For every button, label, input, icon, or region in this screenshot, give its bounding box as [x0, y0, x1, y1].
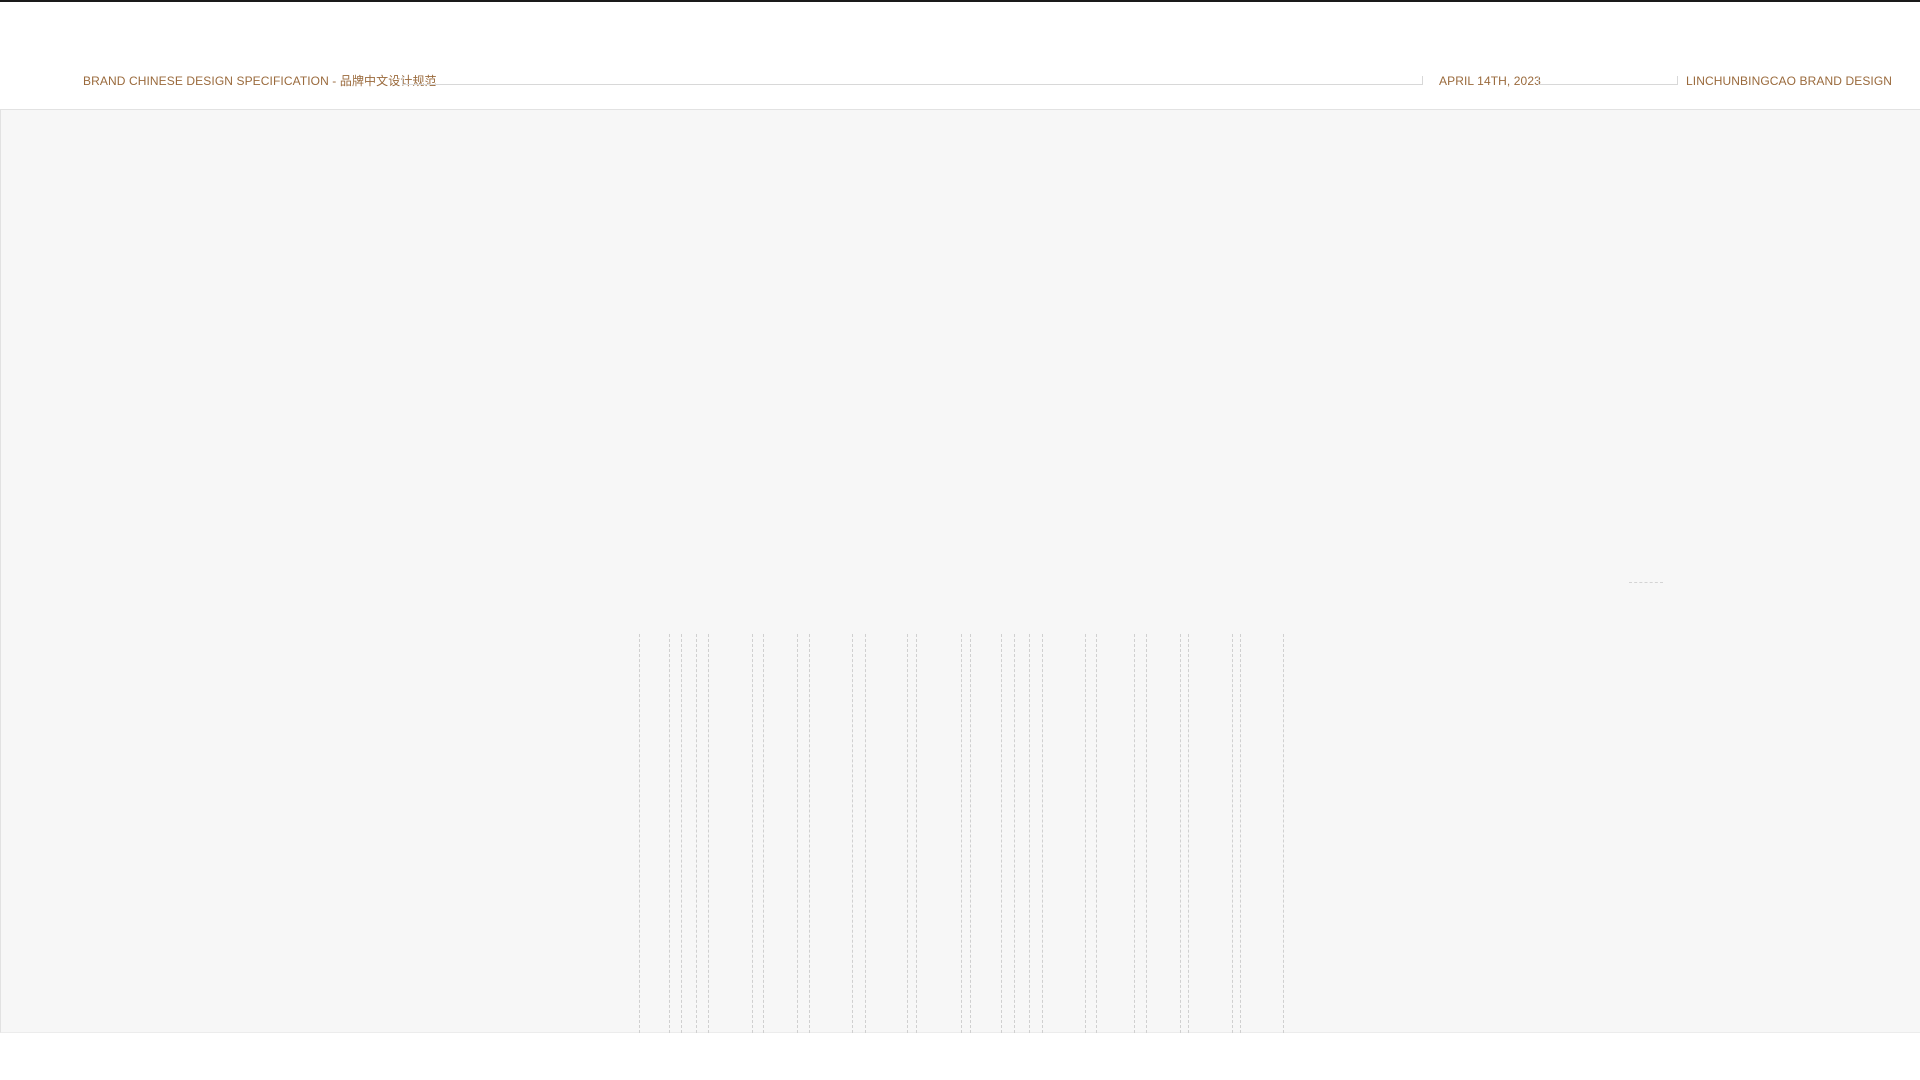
guide-line [681, 634, 682, 1033]
page-footer [0, 1033, 1920, 1080]
guide-line [961, 634, 962, 1033]
header-divider-left [402, 76, 1423, 85]
spec-title: BRAND CHINESE DESIGN SPECIFICATION - 品牌中… [83, 74, 437, 88]
guide-line [1146, 634, 1147, 1033]
guide-line [970, 634, 971, 1033]
guide-line [1042, 634, 1043, 1033]
guide-line [1240, 634, 1241, 1033]
guide-line [852, 634, 853, 1033]
guide-line [1188, 634, 1189, 1033]
guide-line [1014, 634, 1015, 1033]
guide-line [752, 634, 753, 1033]
guide-line [669, 634, 670, 1033]
guide-line [907, 634, 908, 1033]
dashed-marker [1629, 582, 1663, 583]
guide-line [696, 634, 697, 1033]
guide-line [916, 634, 917, 1033]
guide-line [809, 634, 810, 1033]
design-canvas [0, 109, 1920, 1033]
guide-line [1134, 634, 1135, 1033]
spec-date: APRIL 14TH, 2023 [1439, 74, 1541, 88]
spec-page: BRAND CHINESE DESIGN SPECIFICATION - 品牌中… [0, 0, 1920, 1080]
header-divider-right [1538, 76, 1678, 85]
guide-line [865, 634, 866, 1033]
guide-line [1096, 634, 1097, 1033]
guide-line [639, 634, 640, 1033]
guide-line [1232, 634, 1233, 1033]
guide-line [1085, 634, 1086, 1033]
guide-line [1029, 634, 1030, 1033]
brand-name: LINCHUNBINGCAO BRAND DESIGN [1686, 74, 1893, 88]
page-header: BRAND CHINESE DESIGN SPECIFICATION - 品牌中… [0, 2, 1920, 109]
guide-line [708, 634, 709, 1033]
guide-line [1001, 634, 1002, 1033]
guide-line [797, 634, 798, 1033]
guide-line [1283, 634, 1284, 1033]
guide-line [1180, 634, 1181, 1033]
vertical-guides [1, 634, 1920, 1034]
guide-line [763, 634, 764, 1033]
